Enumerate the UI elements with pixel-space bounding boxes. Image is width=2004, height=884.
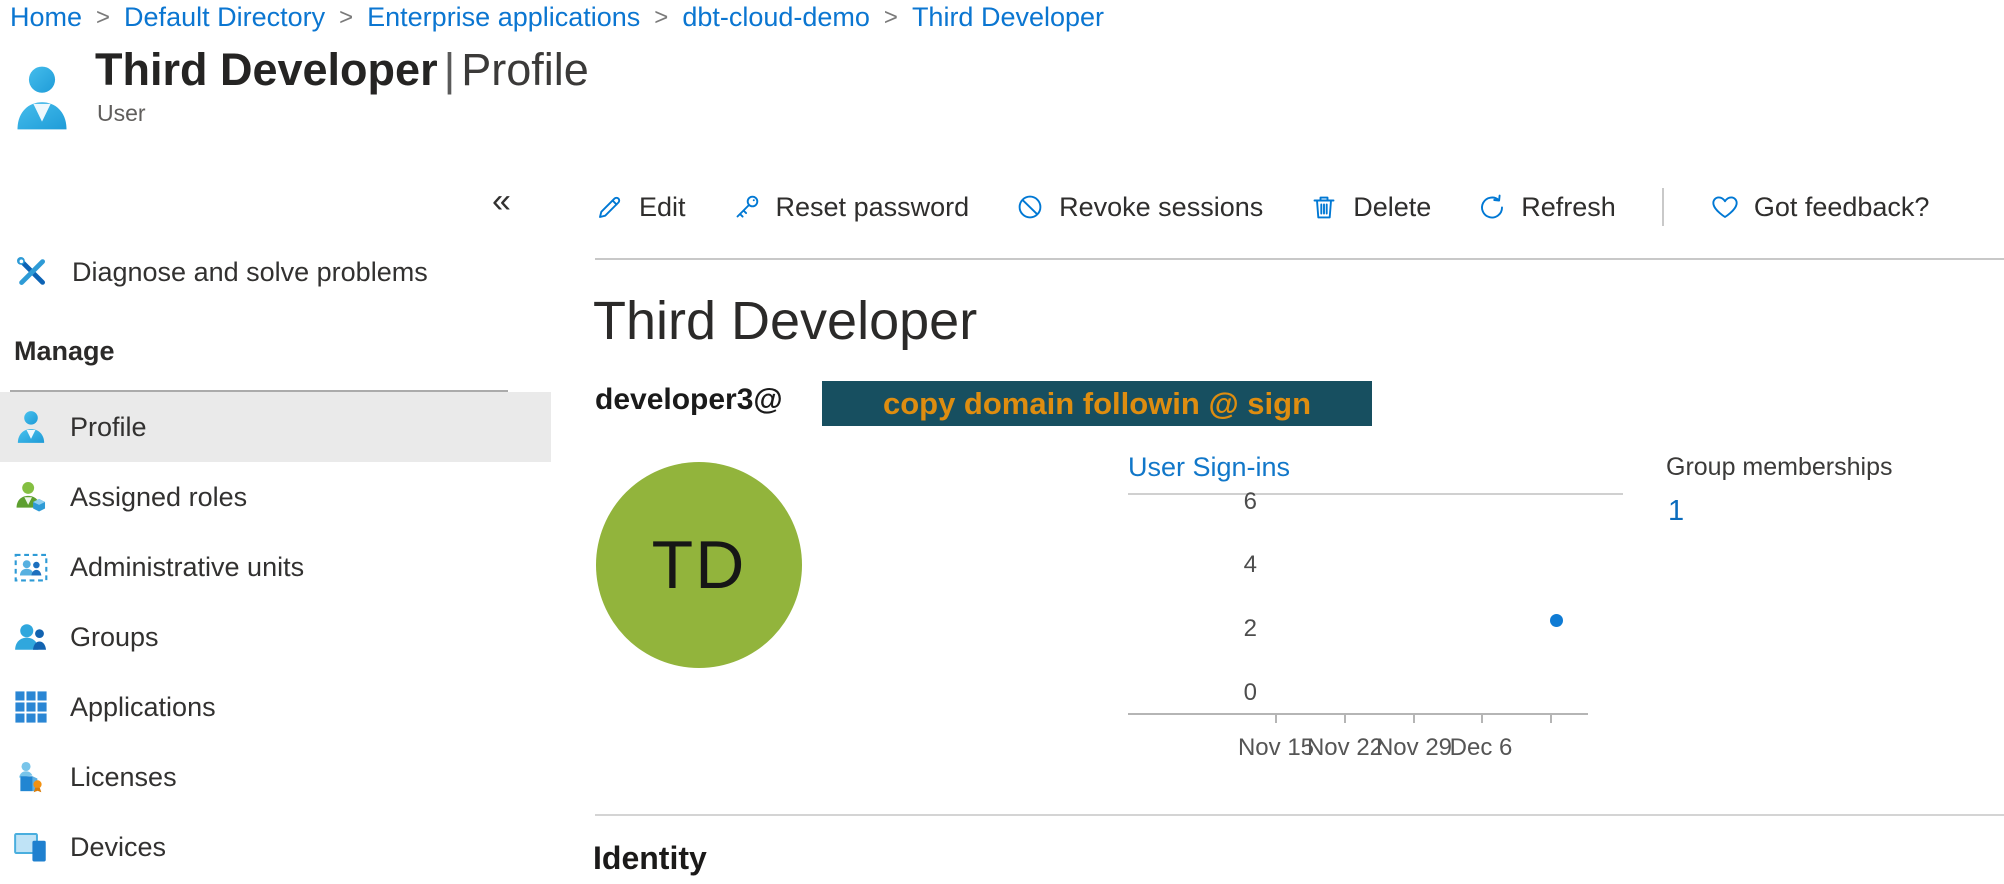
trash-icon <box>1309 192 1339 222</box>
breadcrumb-separator: > <box>339 4 353 32</box>
breadcrumb-separator: > <box>96 4 110 32</box>
sidebar-item-label: Diagnose and solve problems <box>72 257 428 288</box>
person-icon <box>14 409 48 445</box>
sidebar-item-label: Assigned roles <box>70 482 247 513</box>
y-tick-label: 6 <box>1213 488 1257 516</box>
heart-icon <box>1710 192 1740 222</box>
revoke-sessions-button[interactable]: Revoke sessions <box>1015 192 1263 223</box>
sidebar-item-profile[interactable]: Profile <box>0 392 551 462</box>
sidebar-section-manage: Manage <box>14 336 115 367</box>
button-label: Reset password <box>776 192 970 223</box>
page-title: Third Developer|Profile <box>95 44 589 96</box>
x-tick-label: Dec 6 <box>1433 734 1529 762</box>
identity-section-heading: Identity <box>593 840 707 877</box>
sidebar-item-label: Devices <box>70 832 166 863</box>
toolbar-divider <box>595 258 2004 260</box>
x-axis-tick <box>1550 713 1552 723</box>
people-icon <box>14 620 48 654</box>
redaction-overlay: copy domain followin @ sign <box>822 381 1372 426</box>
x-axis-tick <box>1275 713 1277 723</box>
x-axis-line <box>1128 713 1588 715</box>
sidebar-item-label: Profile <box>70 412 147 443</box>
breadcrumb-third-developer[interactable]: Third Developer <box>912 2 1104 33</box>
reset-password-button[interactable]: Reset password <box>732 192 970 223</box>
y-tick-label: 0 <box>1213 679 1257 707</box>
user-icon <box>14 62 70 136</box>
sidebar-item-groups[interactable]: Groups <box>0 602 551 672</box>
object-type-label: User <box>97 100 146 127</box>
breadcrumb-separator: > <box>884 4 898 32</box>
person-cube-icon <box>14 480 48 514</box>
block-icon <box>1015 192 1045 222</box>
page-title-section: Profile <box>461 44 589 95</box>
breadcrumb: Home > Default Directory > Enterprise ap… <box>10 2 1104 33</box>
button-label: Got feedback? <box>1754 192 1930 223</box>
delete-button[interactable]: Delete <box>1309 192 1431 223</box>
button-label: Edit <box>639 192 686 223</box>
user-signins-chart: User Sign-ins 6 4 2 0 Nov 15 Nov 22 Nov … <box>1128 452 1638 787</box>
breadcrumb-dbt-cloud-demo[interactable]: dbt-cloud-demo <box>682 2 870 33</box>
sidebar-item-administrative-units[interactable]: Administrative units <box>0 532 551 602</box>
sidebar-item-licenses[interactable]: Licenses <box>0 742 551 812</box>
x-axis-tick <box>1344 713 1346 723</box>
breadcrumb-default-directory[interactable]: Default Directory <box>124 2 325 33</box>
edit-button[interactable]: Edit <box>595 192 686 223</box>
avatar-initials: TD <box>652 526 747 604</box>
sidebar-item-devices[interactable]: Devices <box>0 812 551 882</box>
devices-icon <box>14 830 48 864</box>
y-tick-label: 4 <box>1213 551 1257 579</box>
button-label: Refresh <box>1521 192 1616 223</box>
section-divider <box>595 814 2004 816</box>
avatar[interactable]: TD <box>596 462 802 668</box>
admin-units-icon <box>14 550 48 584</box>
breadcrumb-separator: > <box>654 4 668 32</box>
sidebar-item-applications[interactable]: Applications <box>0 672 551 742</box>
toolbar-separator <box>1662 188 1664 226</box>
sidebar-item-label: Licenses <box>70 762 177 793</box>
page-title-pipe: | <box>438 44 462 95</box>
key-icon <box>732 192 762 222</box>
signin-data-point <box>1550 614 1563 627</box>
sidebar-item-assigned-roles[interactable]: Assigned roles <box>0 462 551 532</box>
x-axis-tick <box>1481 713 1483 723</box>
breadcrumb-home[interactable]: Home <box>10 2 82 33</box>
refresh-button[interactable]: Refresh <box>1477 192 1616 223</box>
x-axis-tick <box>1413 713 1415 723</box>
tools-icon <box>14 254 50 290</box>
user-display-name: Third Developer <box>593 290 977 352</box>
chart-title-link[interactable]: User Sign-ins <box>1128 452 1290 483</box>
sidebar-item-label: Administrative units <box>70 552 304 583</box>
command-bar: Edit Reset password Revoke sessions <box>595 184 1929 230</box>
group-memberships-label: Group memberships <box>1666 453 1892 482</box>
sidebar-item-diagnose[interactable]: Diagnose and solve problems <box>0 246 551 298</box>
pencil-icon <box>595 192 625 222</box>
group-memberships-count-link[interactable]: 1 <box>1668 495 1684 528</box>
sidebar-collapse-button[interactable]: « <box>492 184 511 218</box>
button-label: Delete <box>1353 192 1431 223</box>
breadcrumb-enterprise-applications[interactable]: Enterprise applications <box>367 2 640 33</box>
user-principal-name: developer3@ <box>595 383 783 417</box>
chart-title-underline <box>1128 493 1623 495</box>
y-tick-label: 2 <box>1213 615 1257 643</box>
sidebar-item-label: Groups <box>70 622 159 653</box>
redaction-note: copy domain followin @ sign <box>883 386 1311 422</box>
page-title-name: Third Developer <box>95 44 438 95</box>
sidebar-item-label: Applications <box>70 692 216 723</box>
refresh-icon <box>1477 192 1507 222</box>
grid-icon <box>14 690 48 724</box>
license-icon <box>14 760 48 794</box>
got-feedback-button[interactable]: Got feedback? <box>1710 192 1930 223</box>
azure-user-profile-page: Home > Default Directory > Enterprise ap… <box>0 0 2004 884</box>
button-label: Revoke sessions <box>1059 192 1263 223</box>
